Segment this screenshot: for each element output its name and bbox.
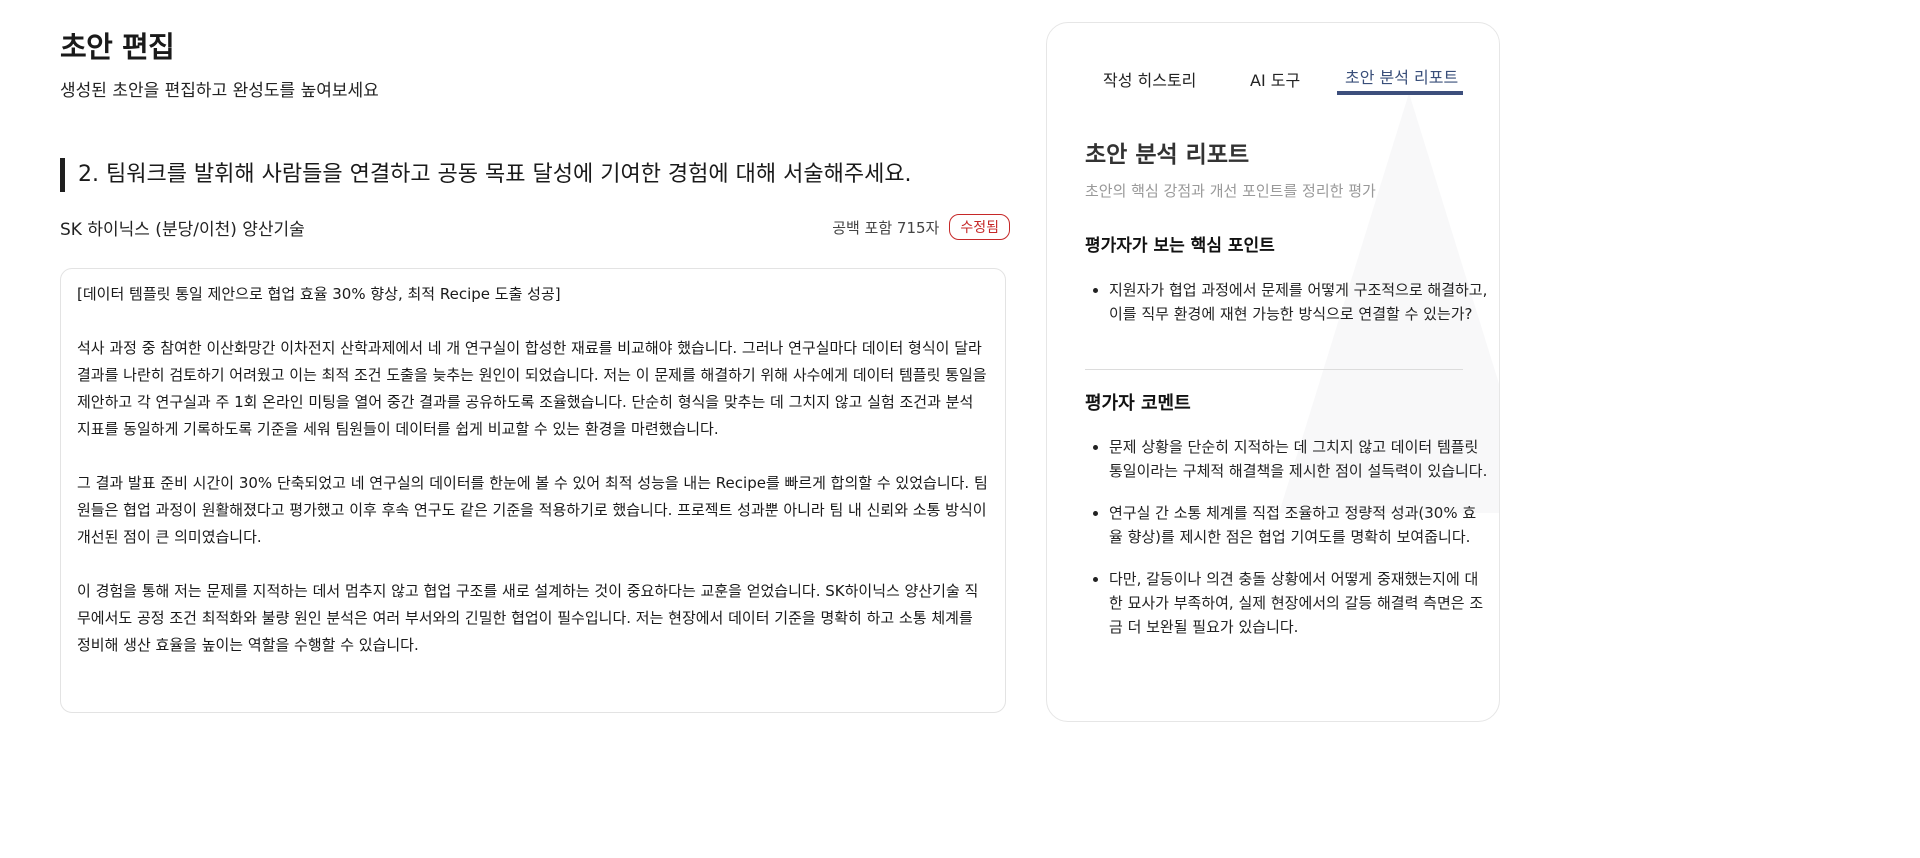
draft-paragraph: 그 결과 발표 준비 시간이 30% 단축되었고 네 연구실의 데이터를 한눈에… [77, 474, 988, 546]
list-item: 다만, 갈등이나 의견 충돌 상황에서 어떻게 중재했는지에 대한 묘사가 부족… [1109, 567, 1489, 639]
panel-tabs: 작성 히스토리 AI 도구 초안 분석 리포트 [1087, 63, 1467, 97]
key-points-heading: 평가자가 보는 핵심 포인트 [1085, 236, 1275, 253]
meta-row: SK 하이닉스 (분당/이천) 양산기술 공백 포함 715자 수정됨 [60, 212, 1010, 242]
company-position: SK 하이닉스 (분당/이천) 양산기술 [60, 219, 305, 240]
meta-right: 공백 포함 715자 수정됨 [832, 214, 1010, 240]
active-tab-indicator [1337, 91, 1463, 95]
status-badge: 수정됨 [949, 214, 1010, 240]
draft-paragraph: 석사 과정 중 참여한 이산화망간 이차전지 산학과제에서 네 개 연구실이 합… [77, 339, 987, 438]
char-count: 공백 포함 715자 [832, 218, 940, 237]
page-header: 초안 편집 생성된 초안을 편집하고 완성도를 높여보세요 [60, 24, 379, 101]
list-item: 문제 상황을 단순히 지적하는 데 그치지 않고 데이터 템플릿 통일이라는 구… [1109, 435, 1489, 483]
list-item: 연구실 간 소통 체계를 직접 조율하고 정량적 성과(30% 효율 향상)를 … [1109, 501, 1489, 549]
report-title: 초안 분석 리포트 [1085, 142, 1250, 168]
list-item: 지원자가 협업 과정에서 문제를 어떻게 구조적으로 해결하고, 이를 직무 환… [1109, 278, 1489, 326]
tab-history[interactable]: 작성 히스토리 [1103, 67, 1196, 91]
analysis-side-panel: 작성 히스토리 AI 도구 초안 분석 리포트 초안 분석 리포트 초안의 핵심… [1046, 22, 1500, 722]
comment-heading: 평가자 코멘트 [1085, 393, 1191, 414]
draft-paragraph: 이 경험을 통해 저는 문제를 지적하는 데서 멈추지 않고 협업 구조를 새로… [77, 582, 979, 654]
draft-editor[interactable]: [데이터 템플릿 통일 제안으로 협업 효율 30% 향상, 최적 Recipe… [60, 268, 1006, 713]
key-points-list: 지원자가 협업 과정에서 문제를 어떻게 구조적으로 해결하고, 이를 직무 환… [1085, 278, 1489, 344]
page-title: 초안 편집 [60, 30, 175, 64]
draft-heading: [데이터 템플릿 통일 제안으로 협업 효율 30% 향상, 최적 Recipe… [77, 285, 561, 303]
comment-list: 문제 상황을 단순히 지적하는 데 그치지 않고 데이터 템플릿 통일이라는 구… [1085, 435, 1489, 657]
question-title: 2. 팀워크를 발휘해 사람들을 연결하고 공동 목표 달성에 기여한 경험에 … [60, 158, 1028, 192]
section-divider [1085, 369, 1463, 370]
tab-analysis-report[interactable]: 초안 분석 리포트 [1345, 64, 1458, 88]
tab-ai-tools[interactable]: AI 도구 [1250, 67, 1300, 91]
page-subtitle: 생성된 초안을 편집하고 완성도를 높여보세요 [60, 81, 379, 101]
report-subtitle: 초안의 핵심 강점과 개선 포인트를 정리한 평가 [1085, 182, 1376, 200]
